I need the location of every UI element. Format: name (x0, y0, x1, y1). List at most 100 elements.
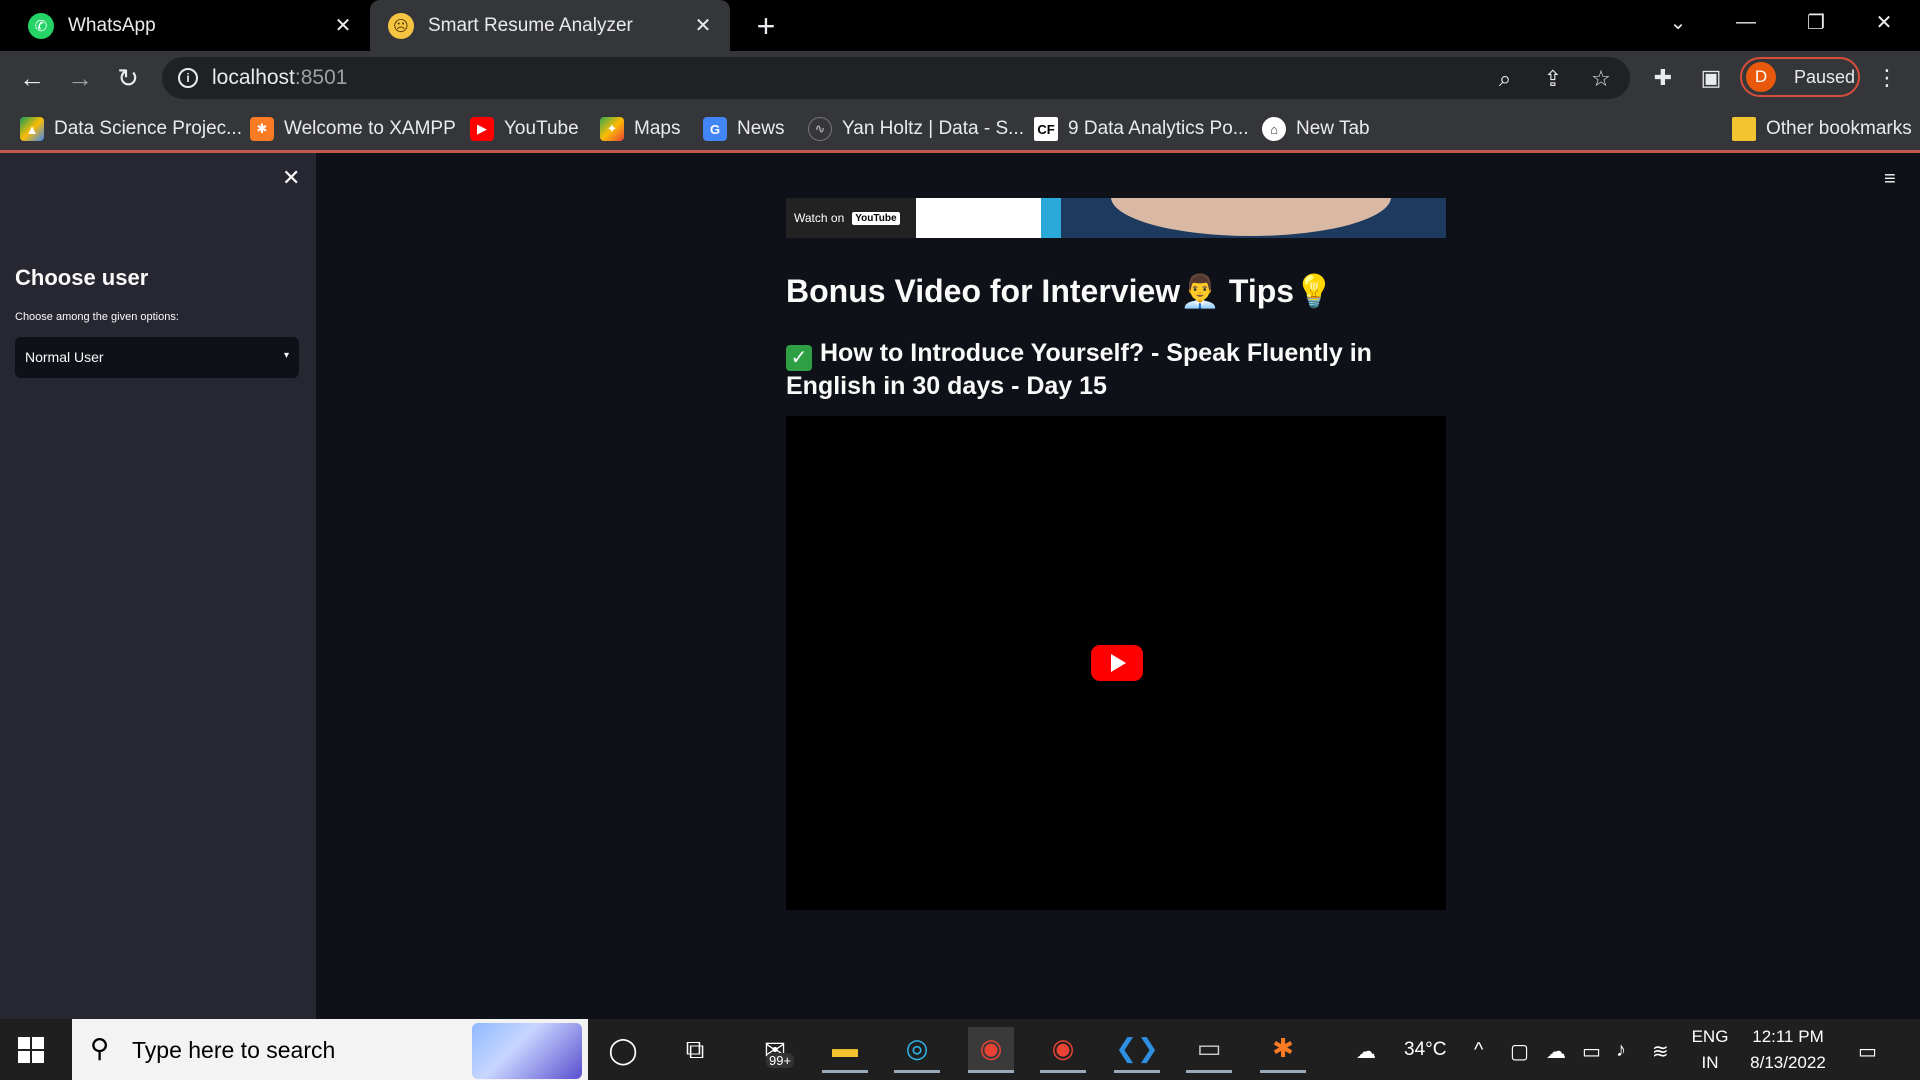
bookmark-maps[interactable]: ✦ Maps (600, 115, 680, 143)
terminal-icon[interactable]: ▭ (1186, 1027, 1232, 1073)
site-icon: ∿ (808, 117, 832, 141)
folder-icon (1732, 117, 1756, 141)
notifications-icon[interactable]: ▭ (1858, 1039, 1877, 1064)
minimize-button[interactable]: — (1718, 0, 1774, 44)
forward-button[interactable]: → (62, 60, 98, 96)
bookmark-other[interactable]: Other bookmarks (1732, 115, 1912, 143)
tab-search-chevron-icon[interactable]: ⌄ (1650, 0, 1706, 44)
cortana-icon[interactable]: ◯ (600, 1027, 646, 1073)
profile-button[interactable]: D Paused (1740, 57, 1860, 97)
video-title-text: How to Introduce Yourself? - Speak Fluen… (786, 339, 1372, 400)
video-embed-bottom[interactable]: Watch on YouTube (786, 198, 1446, 238)
hamburger-menu-icon[interactable]: ≡ (1884, 168, 1896, 191)
thumbnail-accent (1041, 198, 1061, 238)
back-button[interactable]: ← (14, 60, 50, 96)
chrome-profile-d-icon[interactable]: ◉ (968, 1027, 1014, 1073)
bookmark-label: Data Science Projec... (54, 118, 242, 139)
youtube-badge: YouTube (852, 211, 900, 225)
vscode-icon[interactable]: ❮❯ (1114, 1027, 1160, 1073)
page-heading: Bonus Video for Interview👨‍💼 Tips💡 (786, 273, 1334, 309)
user-type-select[interactable]: Normal User ▾ (15, 337, 299, 378)
battery-icon[interactable]: ▭ (1582, 1039, 1601, 1064)
onedrive-icon[interactable]: ☁ (1546, 1039, 1566, 1064)
weather-icon[interactable]: ☁ (1356, 1039, 1376, 1064)
bookmark-label: New Tab (1296, 118, 1370, 139)
check-mark-icon: ✓ (786, 345, 812, 371)
clock-time: 12:11 PM (1752, 1027, 1824, 1046)
bookmark-label: Yan Holtz | Data - S... (842, 118, 1024, 139)
zoom-icon[interactable]: ⌕ (1492, 66, 1518, 92)
bookmark-xampp[interactable]: ✱ Welcome to XAMPP (250, 115, 456, 143)
bookmark-yan-holtz[interactable]: ∿ Yan Holtz | Data - S... (808, 115, 1024, 143)
reload-button[interactable]: ↻ (110, 60, 146, 96)
avatar: D (1746, 62, 1776, 92)
google-drive-icon: ▲ (20, 117, 44, 141)
watch-on-label: Watch on (794, 211, 845, 225)
close-tab-icon[interactable]: ✕ (328, 11, 358, 41)
meet-icon[interactable]: ▢ (1510, 1039, 1529, 1064)
task-view-icon[interactable]: ⧉ (672, 1027, 718, 1073)
side-panel-icon[interactable]: ▣ (1696, 63, 1726, 93)
windows-taskbar: ⚲ Type here to search ◯ ⧉ ✉ 99+ ▬ ◎ ◉ ◉ ❮… (0, 1019, 1920, 1080)
new-tab-button[interactable]: + (748, 8, 784, 44)
whatsapp-icon: ✆ (28, 12, 54, 39)
menu-kebab-icon[interactable]: ⋮ (1872, 63, 1902, 93)
thumbnail-face (1111, 198, 1391, 236)
news-icon: G (703, 117, 727, 141)
chevron-down-icon: ▾ (283, 350, 289, 361)
taskbar-search[interactable]: ⚲ Type here to search (72, 1019, 588, 1080)
file-explorer-icon[interactable]: ▬ (822, 1027, 868, 1073)
clock[interactable]: 12:11 PM 8/13/2022 (1740, 1027, 1836, 1073)
play-button[interactable] (1091, 645, 1143, 681)
temperature[interactable]: 34°C (1404, 1039, 1446, 1061)
xampp-taskbar-icon[interactable]: ✱ (1260, 1027, 1306, 1073)
home-icon: ⌂ (1262, 117, 1286, 141)
wifi-icon[interactable]: ≋ (1652, 1039, 1669, 1064)
bookmarks-bar: ▲ Data Science Projec... ✱ Welcome to XA… (0, 105, 1920, 153)
url-text[interactable]: localhost:8501 (212, 66, 347, 90)
xampp-icon: ✱ (250, 117, 274, 141)
share-icon[interactable]: ⇪ (1540, 66, 1566, 92)
bookmark-news[interactable]: G News (703, 115, 785, 143)
mail-icon[interactable]: ✉ 99+ (752, 1027, 798, 1073)
search-highlight-art (472, 1023, 582, 1079)
select-hint: Choose among the given options: (15, 311, 179, 323)
info-icon[interactable]: i (178, 68, 198, 88)
close-tab-icon[interactable]: ✕ (688, 11, 718, 41)
bookmark-label: Welcome to XAMPP (284, 118, 456, 139)
youtube-player[interactable] (786, 416, 1446, 910)
search-icon: ⚲ (90, 1033, 110, 1063)
edge-icon[interactable]: ◎ (894, 1027, 940, 1073)
windows-start-icon[interactable] (18, 1037, 44, 1063)
bookmark-new-tab[interactable]: ⌂ New Tab (1262, 115, 1370, 143)
maps-icon: ✦ (600, 117, 624, 141)
address-bar[interactable]: i localhost:8501 ⌕ ⇪ ☆ (162, 57, 1630, 99)
tab-whatsapp[interactable]: ✆ WhatsApp ✕ (0, 0, 370, 51)
bookmark-label: YouTube (504, 118, 579, 139)
tab-smart-resume-analyzer[interactable]: ☹ Smart Resume Analyzer ✕ (370, 0, 730, 51)
close-window-button[interactable]: ✕ (1856, 0, 1912, 44)
restore-button[interactable]: ❐ (1788, 0, 1844, 44)
video-title: ✓ How to Introduce Yourself? - Speak Flue… (786, 338, 1446, 402)
mail-badge: 99+ (766, 1053, 795, 1068)
volume-icon[interactable]: ♪ (1616, 1039, 1626, 1062)
chrome-profile-y-icon[interactable]: ◉ (1040, 1027, 1086, 1073)
extensions-icon[interactable]: ✚ (1648, 63, 1678, 93)
language-indicator[interactable]: ENG IN (1688, 1027, 1732, 1073)
bookmark-label: 9 Data Analytics Po... (1068, 118, 1249, 139)
bookmark-label: News (737, 118, 785, 139)
bookmark-data-science[interactable]: ▲ Data Science Projec... (20, 115, 242, 143)
watch-on-youtube-button[interactable]: Watch on YouTube (786, 198, 916, 238)
select-value: Normal User (25, 349, 104, 365)
bookmark-star-icon[interactable]: ☆ (1588, 66, 1614, 92)
close-sidebar-icon[interactable]: ✕ (282, 165, 300, 191)
language-code: ENG (1691, 1027, 1729, 1046)
bookmark-label: Other bookmarks (1766, 118, 1912, 139)
tab-title: WhatsApp (68, 14, 156, 36)
bookmark-youtube[interactable]: ▶ YouTube (470, 115, 579, 143)
youtube-icon: ▶ (470, 117, 494, 141)
confused-face-icon: ☹ (388, 12, 414, 39)
region-code: IN (1701, 1053, 1719, 1072)
chevron-up-icon[interactable]: ^ (1474, 1039, 1483, 1062)
bookmark-data-analytics[interactable]: CF 9 Data Analytics Po... (1034, 115, 1249, 143)
